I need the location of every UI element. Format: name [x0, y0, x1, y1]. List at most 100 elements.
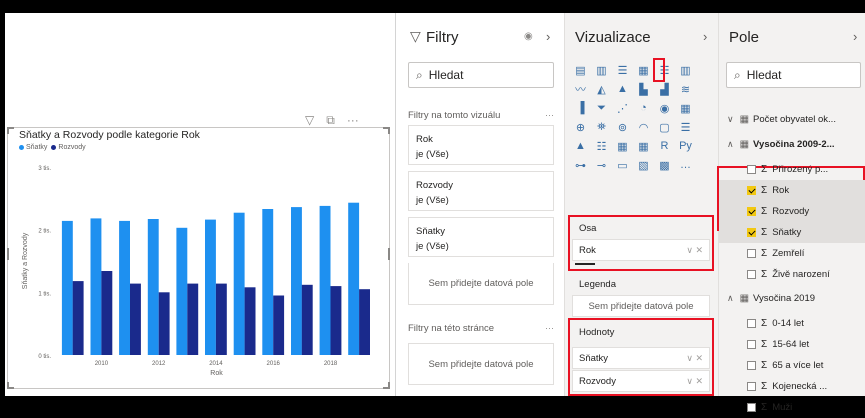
collapse-viz-chevron-icon[interactable]: ›: [703, 29, 707, 44]
matrix-icon[interactable]: ▦: [634, 137, 653, 155]
line-icon[interactable]: 〰: [571, 80, 590, 98]
bar-rozvody[interactable]: [301, 284, 313, 355]
smart-narrative-icon[interactable]: ▧: [634, 156, 653, 174]
qa-icon[interactable]: ▭: [613, 156, 632, 174]
treemap-icon[interactable]: ▦: [676, 99, 695, 117]
field-row[interactable]: Σ Přirozený p...: [719, 159, 865, 180]
fields-search-input[interactable]: ⌕ Hledat: [726, 62, 861, 88]
field-row[interactable]: Σ Rozvody: [719, 201, 865, 222]
kpi-icon[interactable]: ▲: [571, 137, 590, 155]
donut-icon[interactable]: ◉: [655, 99, 674, 117]
bar-rozvody[interactable]: [273, 295, 285, 356]
eye-icon[interactable]: ◉: [524, 31, 533, 42]
bar-snatky[interactable]: [205, 219, 216, 355]
bar-rozvody[interactable]: [187, 283, 199, 355]
more-options-icon[interactable]: ···: [545, 323, 554, 333]
focus-mode-icon[interactable]: ⧉: [326, 113, 335, 128]
field-row[interactable]: Σ 15-64 let: [719, 334, 865, 355]
funnel-icon[interactable]: ⏷: [592, 99, 611, 117]
bar-snatky[interactable]: [61, 220, 73, 355]
card-icon[interactable]: ▢: [655, 118, 674, 136]
field-checkbox[interactable]: [747, 270, 756, 279]
bar-snatky[interactable]: [291, 207, 302, 355]
bar-snatky[interactable]: [348, 202, 360, 355]
ribbon-icon[interactable]: ≋: [676, 80, 695, 98]
bar-snatky[interactable]: [176, 227, 188, 355]
legend-drop-zone[interactable]: Sem přidejte datová pole: [572, 295, 710, 317]
clustered-column-icon[interactable]: ▦: [634, 61, 653, 79]
bar-rozvody[interactable]: [244, 287, 256, 355]
stacked-column-icon[interactable]: ▥: [592, 61, 611, 79]
axis-well-field[interactable]: Rok ∨ ✕: [572, 239, 710, 261]
more-options-icon[interactable]: ···: [545, 110, 554, 120]
stacked-area-icon[interactable]: ▲: [613, 80, 632, 98]
bar-rozvody[interactable]: [330, 286, 342, 355]
field-checkbox[interactable]: [747, 319, 756, 328]
bar-rozvody[interactable]: [359, 289, 370, 355]
filter-card-snatky[interactable]: Sňatky je (Vše): [408, 217, 554, 257]
field-row[interactable]: Σ Muži: [719, 397, 865, 418]
chevron-up-icon[interactable]: ∧: [727, 139, 734, 150]
report-canvas[interactable]: ▽ ⧉ ··· Sňatky a Rozvody podle kategorie…: [5, 13, 396, 396]
resize-handle[interactable]: [383, 127, 390, 134]
resize-handle[interactable]: [387, 248, 390, 260]
filled-map-icon[interactable]: ⛯: [592, 118, 611, 136]
collapse-filters-chevron-icon[interactable]: ›: [546, 29, 550, 44]
legend-item[interactable]: Rozvody: [51, 144, 86, 151]
resize-handle[interactable]: [383, 382, 390, 389]
field-actions-icon[interactable]: ∨ ✕: [686, 376, 703, 387]
python-visual-icon[interactable]: Py: [676, 137, 695, 155]
field-row[interactable]: Σ Rok: [719, 180, 865, 201]
bar-snatky[interactable]: [119, 220, 130, 355]
field-row[interactable]: Σ Sňatky: [719, 222, 865, 243]
chevron-down-icon[interactable]: ∨: [727, 114, 734, 125]
line-clustered-icon[interactable]: ▟: [655, 80, 674, 98]
bar-rozvody[interactable]: [101, 271, 113, 355]
bar-rozvody[interactable]: [158, 292, 170, 355]
bar-snatky[interactable]: [147, 219, 159, 355]
multirow-card-icon[interactable]: ☰: [676, 118, 695, 136]
resize-handle[interactable]: [7, 248, 10, 260]
field-actions-icon[interactable]: ∨ ✕: [686, 245, 703, 256]
bar-snatky[interactable]: [262, 209, 274, 355]
table-icon[interactable]: ▦: [613, 137, 632, 155]
field-checkbox[interactable]: [747, 249, 756, 258]
field-row[interactable]: Σ 0-14 let: [719, 313, 865, 334]
decomposition-icon[interactable]: ⊸: [592, 156, 611, 174]
bar-rozvody[interactable]: [215, 283, 227, 355]
filter-card-rok[interactable]: Rok je (Vše): [408, 125, 554, 165]
bar-snatky[interactable]: [90, 218, 102, 355]
field-checkbox[interactable]: [747, 165, 756, 174]
field-checkbox[interactable]: [747, 403, 756, 412]
field-table-row[interactable]: ∧ ▦ Vysočina 2019: [719, 288, 865, 309]
scatter-icon[interactable]: ⋰: [613, 99, 632, 117]
bar-rozvody[interactable]: [72, 281, 84, 355]
field-checkbox[interactable]: [747, 340, 756, 349]
key-influencers-icon[interactable]: ⊶: [571, 156, 590, 174]
values-well-field[interactable]: Rozvody ∨ ✕: [572, 370, 710, 392]
collapse-fields-chevron-icon[interactable]: ›: [853, 29, 857, 44]
bar-rozvody[interactable]: [130, 283, 141, 355]
filters-search-input[interactable]: ⌕ Hledat: [408, 62, 554, 88]
visual-filter-drop-zone[interactable]: Sem přidejte datová pole: [408, 263, 554, 305]
stacked-bar-icon[interactable]: ▤: [571, 61, 590, 79]
filter-icon[interactable]: ▽: [305, 113, 314, 128]
line-column-icon[interactable]: ▙: [634, 80, 653, 98]
filter-card-rozvody[interactable]: Rozvody je (Vše): [408, 171, 554, 211]
resize-handle[interactable]: [7, 382, 14, 389]
field-row[interactable]: Σ 65 a více let: [719, 355, 865, 376]
field-actions-icon[interactable]: ∨ ✕: [686, 353, 703, 364]
more-icon[interactable]: …: [676, 156, 695, 174]
field-checkbox[interactable]: [747, 382, 756, 391]
chevron-up-icon[interactable]: ∧: [727, 293, 734, 304]
gauge-icon[interactable]: ◠: [634, 118, 653, 136]
waterfall-icon[interactable]: ▐: [571, 99, 590, 117]
shape-map-icon[interactable]: ⊚: [613, 118, 632, 136]
field-checkbox[interactable]: [747, 186, 756, 195]
field-row[interactable]: Σ Kojenecká ...: [719, 376, 865, 397]
bar-snatky[interactable]: [233, 212, 245, 355]
field-checkbox[interactable]: [747, 361, 756, 370]
slicer-icon[interactable]: ☷: [592, 137, 611, 155]
page-filter-drop-zone[interactable]: Sem přidejte datová pole: [408, 343, 554, 385]
pie-icon[interactable]: ◔: [634, 99, 653, 117]
